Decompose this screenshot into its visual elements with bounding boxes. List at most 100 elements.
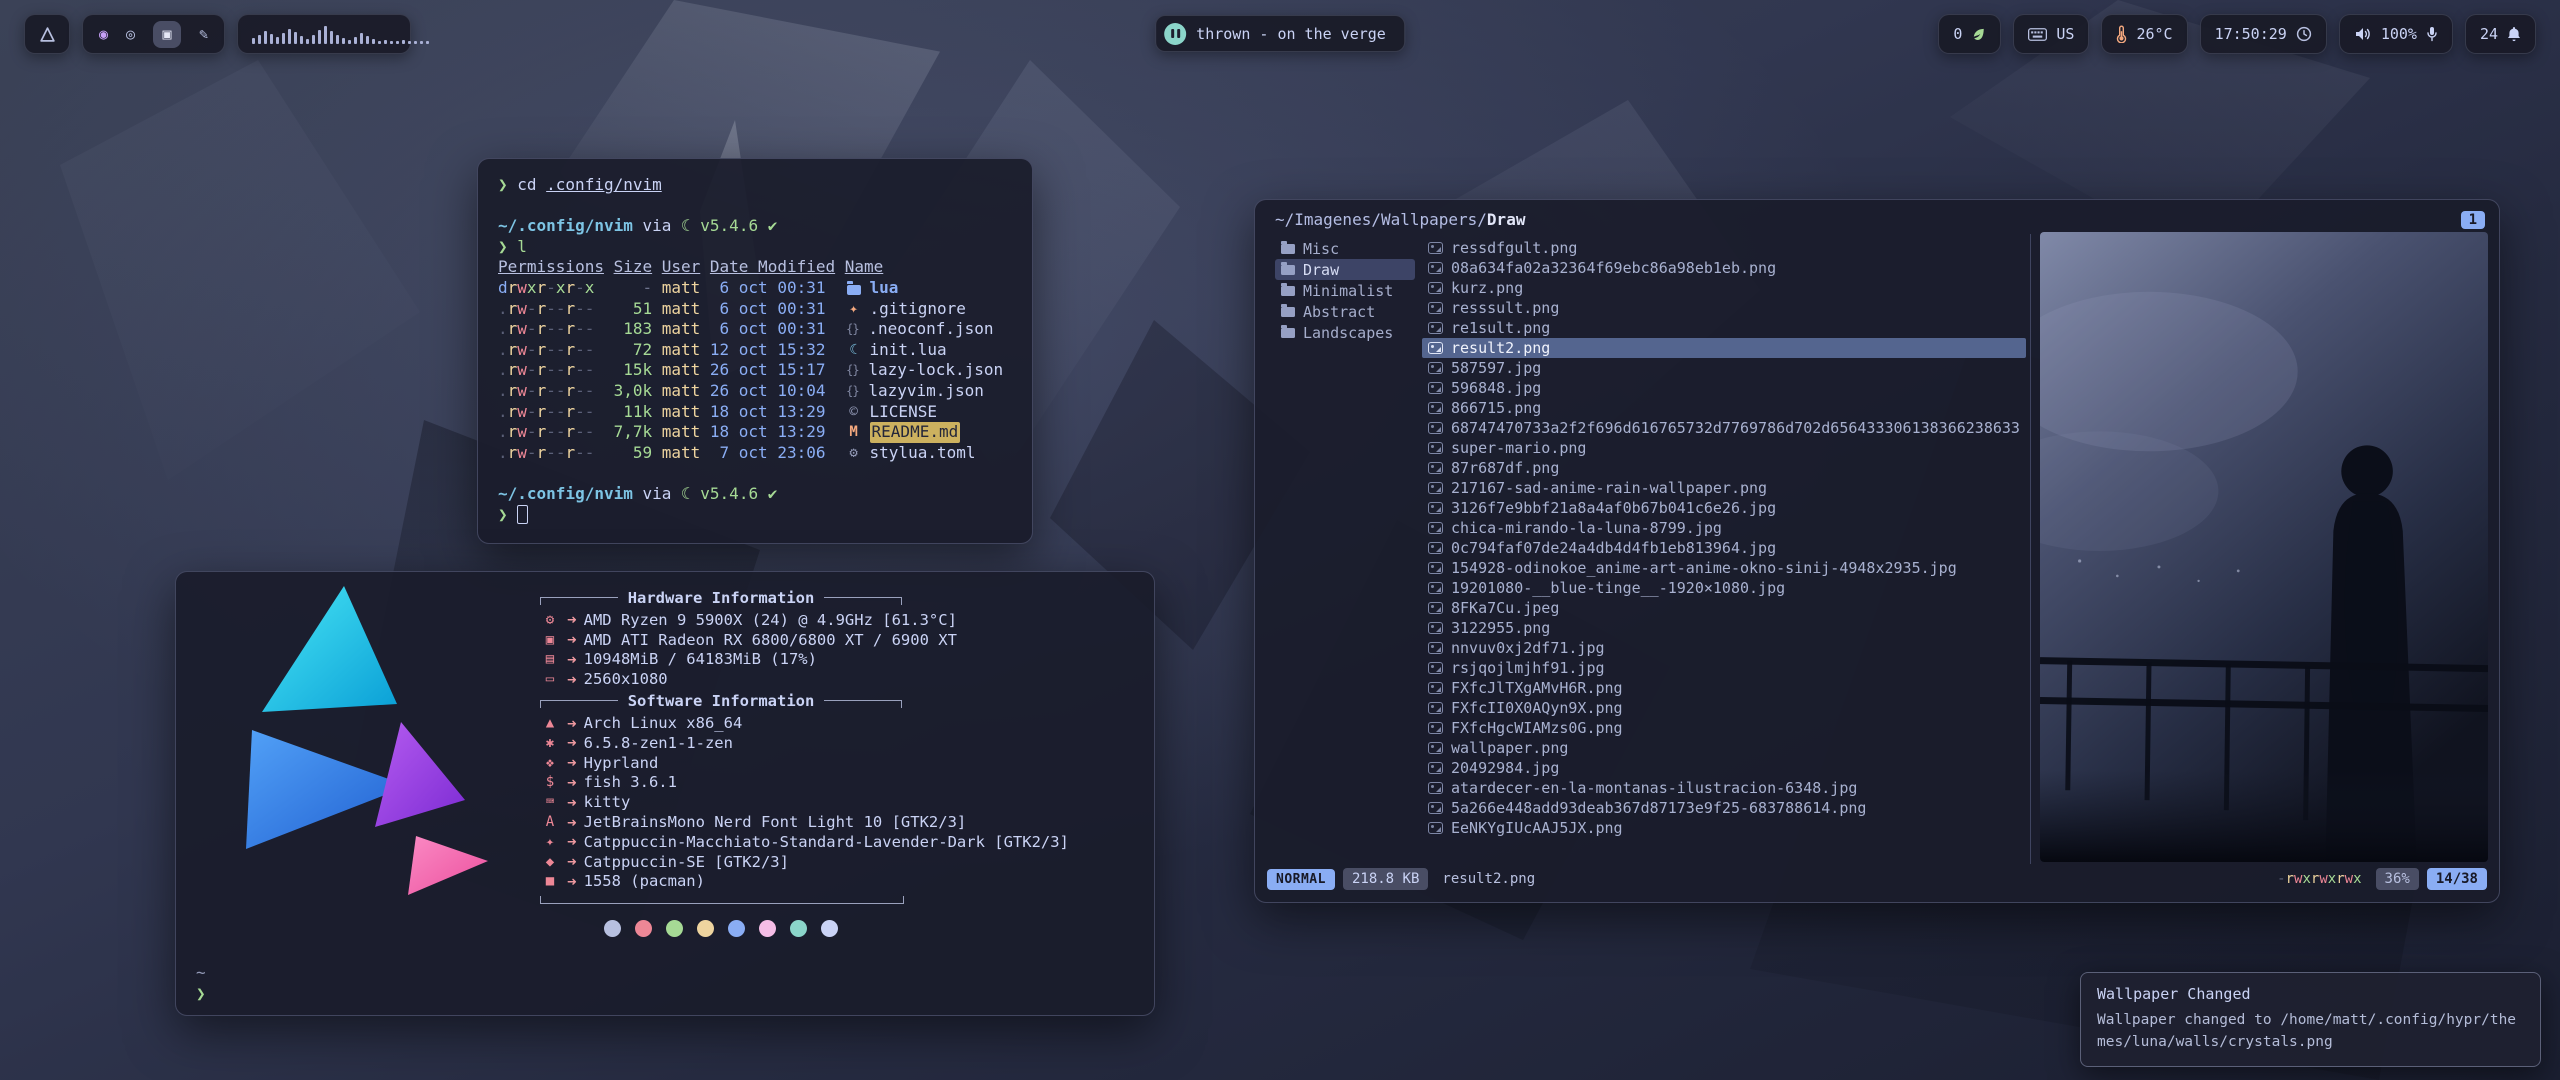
user-cell: matt <box>662 402 701 423</box>
parent-folder-list: Misc Draw Minimalist Abstract Landscapes <box>1275 238 1415 343</box>
workspace-1-icon[interactable]: ◉ <box>99 27 108 42</box>
file-list-item[interactable]: FXfcHgcWIAMzs0G.png <box>1422 718 2026 738</box>
microphone-icon <box>2426 26 2438 42</box>
shell-prompt[interactable]: ~ ❯ <box>196 962 206 1004</box>
folder-icon <box>844 280 864 296</box>
keyboard-layout-widget[interactable]: US <box>2013 14 2089 54</box>
file-list-item[interactable]: resssult.png <box>1422 298 2026 318</box>
command-text: l <box>517 237 527 258</box>
file-list-item[interactable]: ressdfgult.png <box>1422 238 2026 258</box>
terminal-window-nvim[interactable]: ❯cd.config/nvim ~/.config/nvimvia☾v5.4.6… <box>477 158 1033 544</box>
tab-badge[interactable]: 1 <box>2461 211 2485 229</box>
file-listing: drwxr-xr-x-matt 6 oct 00:31lua .rw-r--r-… <box>498 278 1012 463</box>
file-list-item[interactable]: 587597.jpg <box>1422 358 2026 378</box>
crystal-distro-logo <box>192 580 492 910</box>
file-list-item[interactable]: 19201080-__blue-tinge__-1920×1080.jpg <box>1422 578 2026 598</box>
file-list-item[interactable]: 08a634fa02a32364f69ebc86a98eb1eb.png <box>1422 258 2026 278</box>
git-icon: ✦ <box>844 301 864 317</box>
file-list-item[interactable]: 217167-sad-anime-rain-wallpaper.png <box>1422 478 2026 498</box>
visualizer-bar <box>282 33 285 44</box>
clock-icon <box>2296 26 2312 42</box>
notifications-widget[interactable]: 24 <box>2465 14 2536 54</box>
leaf-icon <box>1971 27 1986 42</box>
file-list-item[interactable]: 3122955.png <box>1422 618 2026 638</box>
visualizer-bar <box>306 39 309 44</box>
sidebar-folder-item[interactable]: Misc <box>1275 238 1415 259</box>
file-manager-header: ~/Imagenes/Wallpapers/Draw 1 <box>1275 210 2485 229</box>
size-cell: 72 <box>614 340 653 361</box>
visualizer-bar <box>360 33 363 44</box>
file-list-item[interactable]: 8FKa7Cu.jpeg <box>1422 598 2026 618</box>
json-icon: {} <box>842 383 862 399</box>
visualizer-bar <box>252 38 255 44</box>
file-list-item[interactable]: wallpaper.png <box>1422 738 2026 758</box>
thermometer-icon <box>2116 25 2127 43</box>
bar-right-modules: 0 US 26°C 17:50:29 10 <box>1938 14 2536 54</box>
terminal-blank-line <box>498 196 1012 217</box>
permissions-cell: .rw-r--r-- <box>498 319 604 340</box>
hardware-info-list: ⚙➜AMD Ryzen 9 5900X (24) @ 4.9GHz [61.3°… <box>540 610 1140 689</box>
file-list-item[interactable]: re1sult.png <box>1422 318 2026 338</box>
file-list-item[interactable]: 596848.jpg <box>1422 378 2026 398</box>
visualizer-bar <box>336 35 339 44</box>
visualizer-bar <box>270 34 273 44</box>
sidebar-folder-item[interactable]: Draw <box>1275 259 1415 280</box>
file-list-item[interactable]: FXfcII0X0AQyn9X.png <box>1422 698 2026 718</box>
visualizer-bar <box>312 35 315 44</box>
visualizer-bar <box>390 41 393 44</box>
terminal-window-fastfetch[interactable]: Hardware Information ⚙➜AMD Ryzen 9 5900X… <box>175 571 1155 1016</box>
clock-widget[interactable]: 17:50:29 <box>2200 14 2327 54</box>
file-list-item[interactable]: 87r687df.png <box>1422 458 2026 478</box>
date-cell: 18 oct 13:29 <box>710 422 835 443</box>
file-list-item[interactable]: result2.png <box>1422 338 2026 358</box>
filename-cell: lazy-lock.json <box>868 360 1003 381</box>
markdown-icon: M <box>844 424 864 440</box>
updates-widget[interactable]: 0 <box>1938 14 2001 54</box>
shell-input-line[interactable]: ❯ <box>498 505 1012 526</box>
visualizer-bar <box>426 41 429 44</box>
filename-cell: LICENSE <box>870 402 937 423</box>
file-list-item[interactable]: chica-mirando-la-luna-8799.jpg <box>1422 518 2026 538</box>
file-manager-window[interactable]: ~/Imagenes/Wallpapers/Draw 1 Misc Draw M… <box>1254 199 2500 903</box>
sidebar-folder-item[interactable]: Minimalist <box>1275 280 1415 301</box>
gtk-theme-icon: ✦ <box>540 834 560 850</box>
audio-visualizer-widget[interactable] <box>237 14 411 54</box>
launcher-button[interactable] <box>24 14 70 54</box>
sidebar-folder-item[interactable]: Abstract <box>1275 301 1415 322</box>
file-list-item[interactable]: super-mario.png <box>1422 438 2026 458</box>
notification-popup[interactable]: Wallpaper Changed Wallpaper changed to /… <box>2080 972 2541 1067</box>
json-icon: {} <box>842 363 862 379</box>
workspace-2-icon[interactable]: ◎ <box>126 27 135 42</box>
file-list-item[interactable]: FXfcJlTXgAMvH6R.png <box>1422 678 2026 698</box>
arrow-icon: ➜ <box>567 714 577 733</box>
file-list-item[interactable]: nnvuv0xj2df71.jpg <box>1422 638 2026 658</box>
media-player-widget[interactable]: thrown - on the verge <box>1155 15 1405 52</box>
listing-header-row: PermissionsSizeUserDate ModifiedName <box>498 257 1012 278</box>
weather-widget[interactable]: 26°C <box>2101 14 2187 54</box>
visualizer-bar <box>372 39 375 44</box>
file-list-item[interactable]: 866715.png <box>1422 398 2026 418</box>
image-file-icon <box>1428 782 1443 794</box>
file-list-item[interactable]: 154928-odinokoe_anime-art-anime-okno-sin… <box>1422 558 2026 578</box>
command-text: cd <box>517 175 536 196</box>
file-list-item[interactable]: EeNKYgIUcAAJ5JX.png <box>1422 818 2026 838</box>
file-list-item[interactable]: kurz.png <box>1422 278 2026 298</box>
workspace-4-icon[interactable]: ✎ <box>199 27 208 42</box>
prompt-path: ~/.config/nvim <box>498 484 633 505</box>
scroll-percent-badge: 36% <box>2376 868 2419 890</box>
volume-widget[interactable]: 100% <box>2339 14 2453 54</box>
file-list-item[interactable]: 20492984.jpg <box>1422 758 2026 778</box>
runtime-version: v5.4.6 <box>700 484 758 505</box>
workspace-3-icon[interactable]: ▣ <box>153 21 181 48</box>
file-list-item[interactable]: rsjqojlmjhf91.jpg <box>1422 658 2026 678</box>
file-list-item[interactable]: atardecer-en-la-montanas-ilustracion-634… <box>1422 778 2026 798</box>
file-list-item[interactable]: 0c794faf07de24a4db4d4fb1eb813964.jpg <box>1422 538 2026 558</box>
file-listing-row: drwxr-xr-x-matt 6 oct 00:31lua <box>498 278 1012 299</box>
terminal-icon: ⌨ <box>540 794 560 810</box>
file-list-item[interactable]: 5a266e448add93deab367d87173e9f25-6837886… <box>1422 798 2026 818</box>
file-list-item[interactable]: 3126f7e9bbf21a8a4af0b67b041c6e26.jpg <box>1422 498 2026 518</box>
file-list-item[interactable]: 68747470733a2f2f696d616765732d7769786d70… <box>1422 418 2026 438</box>
box-bottom-border <box>540 896 904 904</box>
sidebar-folder-item[interactable]: Landscapes <box>1275 322 1415 343</box>
notifications-count: 24 <box>2480 25 2498 43</box>
